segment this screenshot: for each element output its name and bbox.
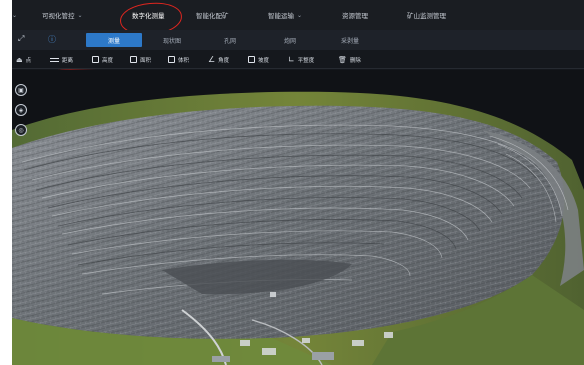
- trash-icon: 🗑: [338, 55, 347, 64]
- flatness-icon: ∟: [288, 55, 295, 64]
- tool-point[interactable]: ⏏ 点: [16, 53, 31, 66]
- tab-current-map[interactable]: 现状图: [144, 33, 200, 47]
- tool-slope[interactable]: 坡度: [248, 53, 269, 66]
- tab-hole-network[interactable]: 孔网: [202, 33, 258, 47]
- mine-terrain-model: [12, 70, 584, 365]
- layers-icon[interactable]: ◈: [15, 104, 27, 116]
- nav-item-smart-transport[interactable]: 智能运输 ⌄: [268, 0, 302, 30]
- tab-row: ⤢ ⓘ 测量 现状图 孔网 炮网 采剥量: [12, 30, 584, 50]
- chevron-down-icon: ⌄: [297, 11, 303, 19]
- chevron-down-icon: ⌄: [12, 11, 18, 19]
- tool-angle[interactable]: ∠ 角度: [208, 53, 229, 66]
- distance-icon: [50, 57, 59, 62]
- tool-delete[interactable]: 🗑 删除: [338, 53, 361, 66]
- tool-volume[interactable]: 体积: [168, 53, 189, 66]
- volume-icon: [168, 56, 175, 63]
- nav-item-smart-ore-blending[interactable]: 智能化配矿: [196, 0, 229, 30]
- area-icon: [130, 56, 137, 63]
- point-icon: ⏏: [16, 55, 23, 64]
- nav-item-mine-monitoring[interactable]: 矿山监测管理: [407, 0, 446, 30]
- nav-item-visual-control[interactable]: 可视化管控 ⌄: [42, 0, 83, 30]
- tab-survey[interactable]: 测量: [86, 33, 142, 47]
- 3d-mine-viewport[interactable]: ▣ ◈ ◎: [12, 70, 584, 365]
- height-icon: [92, 56, 99, 63]
- slope-icon: [248, 56, 255, 63]
- chevron-down-icon: ⌄: [77, 11, 83, 19]
- tab-stripping-volume[interactable]: 采剥量: [322, 33, 378, 47]
- tool-area[interactable]: 面积: [130, 53, 151, 66]
- compass-icon[interactable]: ◎: [15, 124, 27, 136]
- nav-item-resource-management[interactable]: 资源管理: [342, 0, 368, 30]
- tool-flatness[interactable]: ∟ 平整度: [288, 53, 314, 66]
- tool-height[interactable]: 高度: [92, 53, 113, 66]
- tab-blast-network[interactable]: 炮网: [262, 33, 318, 47]
- info-icon[interactable]: ⓘ: [48, 34, 56, 45]
- tool-distance[interactable]: 距离: [50, 53, 73, 66]
- nav-collapsed-menu[interactable]: ⌄: [12, 0, 17, 30]
- image-icon[interactable]: ▣: [15, 84, 27, 96]
- angle-icon: ∠: [208, 55, 216, 64]
- expand-icon[interactable]: ⤢: [18, 34, 24, 44]
- top-navigation: ⌄ 可视化管控 ⌄ 数字化测量 智能化配矿 智能运输 ⌄ 资源管理 矿山监测管理: [12, 0, 584, 38]
- app-window: ⌄ 可视化管控 ⌄ 数字化测量 智能化配矿 智能运输 ⌄ 资源管理 矿山监测管理…: [12, 0, 584, 365]
